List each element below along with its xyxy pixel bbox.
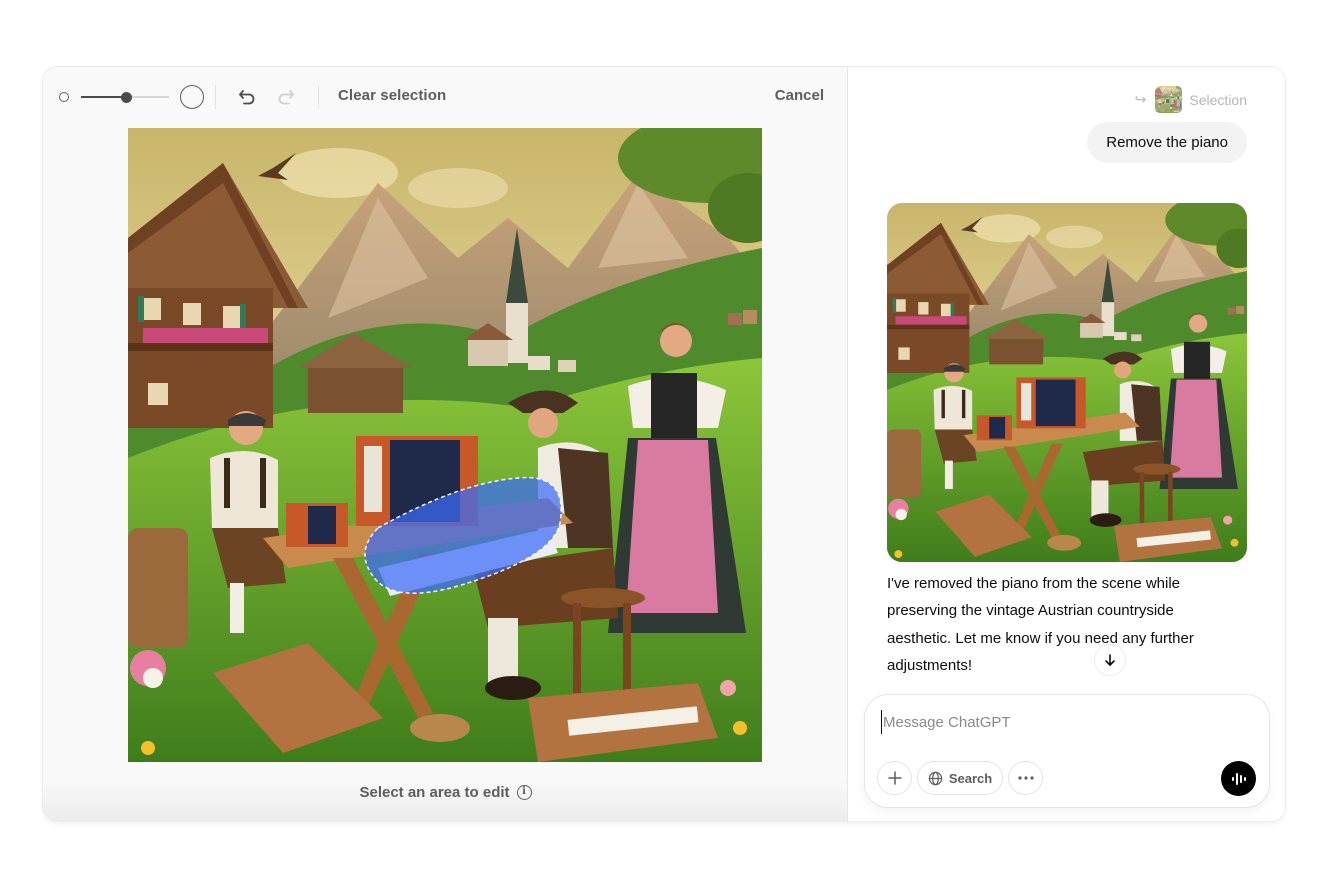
info-icon[interactable]: i: [516, 785, 532, 800]
globe-icon: [928, 771, 943, 785]
brush-large-icon: [180, 85, 204, 109]
selection-reference[interactable]: ↪ Selection: [1135, 86, 1247, 113]
scroll-down-button[interactable]: [1094, 644, 1126, 676]
search-button[interactable]: Search: [917, 761, 1003, 795]
toolbar-divider: [318, 85, 319, 109]
user-message: Remove the piano: [1087, 122, 1247, 163]
attach-button[interactable]: [877, 761, 912, 795]
redo-button[interactable]: [272, 83, 300, 111]
redo-icon: [278, 90, 294, 105]
source-image: [128, 128, 762, 762]
selection-thumbnail: [1155, 86, 1182, 113]
assistant-image[interactable]: [887, 203, 1247, 562]
hint-label: Select an area to edit: [359, 784, 510, 801]
arrow-down-icon: [1105, 654, 1115, 666]
image-edit-modal: Clear selection Cancel Select an area to…: [43, 67, 1285, 821]
message-composer: Search: [864, 694, 1270, 808]
clear-selection-button[interactable]: Clear selection: [338, 87, 446, 104]
cancel-button[interactable]: Cancel: [775, 87, 824, 104]
reply-arrow-icon: ↪: [1134, 91, 1147, 107]
voice-mode-button[interactable]: [1221, 761, 1256, 796]
undo-icon: [239, 90, 255, 105]
more-options-button[interactable]: [1008, 761, 1043, 795]
plus-icon: [887, 771, 902, 785]
slider-thumb[interactable]: [121, 91, 133, 103]
brush-small-icon: [59, 92, 69, 102]
message-input[interactable]: [881, 710, 1251, 734]
voice-waveform-icon: [1231, 772, 1246, 785]
toolbar-divider: [215, 85, 216, 109]
image-editor-panel: Clear selection Cancel Select an area to…: [43, 67, 848, 821]
ellipsis-icon: [1017, 776, 1034, 780]
slider-fill: [81, 96, 127, 98]
chat-panel: ↪ Selection Remove the piano I've remove…: [849, 67, 1285, 821]
edit-canvas[interactable]: [128, 128, 762, 762]
editor-toolbar: Clear selection Cancel: [43, 67, 848, 127]
search-label: Search: [948, 770, 993, 786]
undo-button[interactable]: [233, 83, 261, 111]
brush-size-slider[interactable]: [81, 89, 169, 105]
selection-label: Selection: [1189, 91, 1247, 108]
edit-hint: Select an area to edit i: [43, 784, 848, 801]
assistant-message: I've removed the piano from the scene wh…: [887, 575, 1194, 674]
